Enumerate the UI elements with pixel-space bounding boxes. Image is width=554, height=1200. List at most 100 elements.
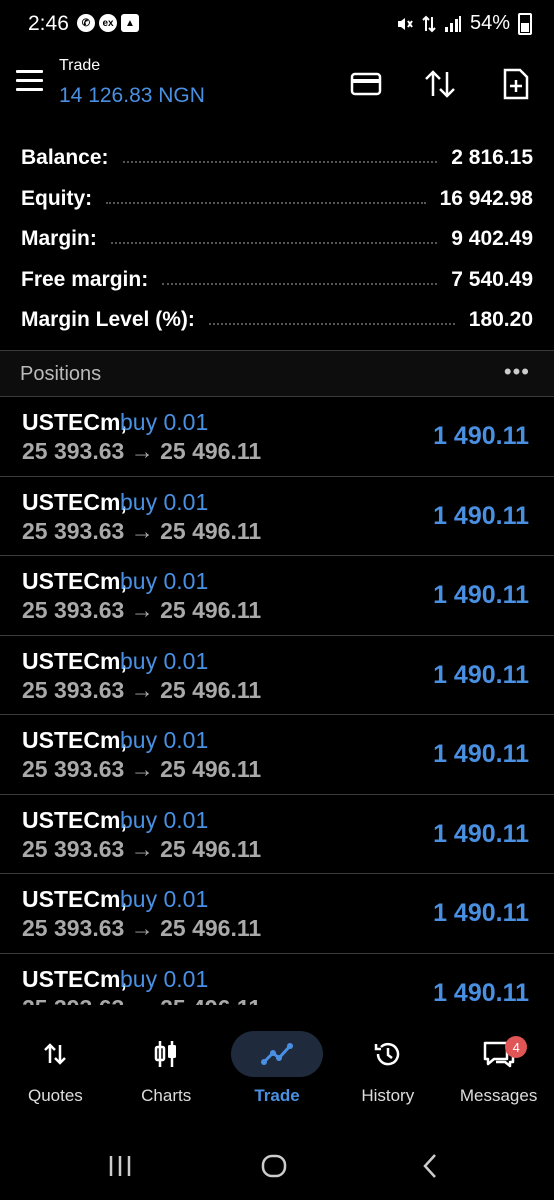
position-side: buy 0.01 bbox=[120, 886, 209, 912]
new-order-button[interactable] bbox=[498, 66, 534, 102]
account-summary: Balance: 2 816.15 Equity: 16 942.98 Marg… bbox=[0, 138, 554, 341]
exness-icon: ex bbox=[99, 14, 117, 32]
home-button[interactable] bbox=[254, 1148, 294, 1184]
recent-apps-button[interactable] bbox=[100, 1148, 140, 1184]
status-system-icons: 54% bbox=[396, 12, 532, 35]
summary-value: 7 540.49 bbox=[451, 267, 533, 291]
home-icon bbox=[261, 1154, 287, 1178]
position-profit: 1 490.11 bbox=[433, 581, 529, 609]
nav-quotes[interactable]: Quotes bbox=[0, 1026, 111, 1116]
more-options-button[interactable]: ••• bbox=[504, 359, 530, 385]
battery-percent: 54% bbox=[469, 12, 510, 34]
position-profit: 1 490.11 bbox=[433, 819, 529, 848]
system-navigation-bar bbox=[0, 1130, 554, 1200]
back-button[interactable] bbox=[410, 1148, 450, 1184]
position-symbol: USTECm, bbox=[22, 886, 127, 912]
status-bar: 2:46 ✆ ex ▲ 54% bbox=[0, 0, 554, 50]
position-symbol: USTECm, bbox=[22, 647, 127, 674]
summary-label: Free margin: bbox=[21, 267, 149, 291]
dotted-leader bbox=[110, 242, 438, 245]
battery-icon bbox=[518, 12, 532, 35]
position-row[interactable]: USTECm, buy 0.01 25 393.63 → 25 496.11 1… bbox=[0, 715, 554, 795]
position-symbol: USTECm, bbox=[22, 806, 127, 833]
nav-charts[interactable]: Charts bbox=[111, 1026, 222, 1116]
position-row[interactable]: USTECm, buy 0.01 25 393.63 → 25 496.11 1… bbox=[0, 954, 554, 1006]
position-row[interactable]: USTECm, buy 0.01 25 393.63 → 25 496.11 1… bbox=[0, 874, 554, 954]
summary-value: 180.20 bbox=[468, 308, 533, 332]
mute-icon bbox=[397, 17, 413, 30]
summary-row-margin: Margin: 9 402.49 bbox=[0, 219, 554, 260]
whatsapp-icon: ✆ bbox=[77, 14, 95, 32]
position-profit: 1 490.11 bbox=[433, 978, 529, 1006]
position-symbol: USTECm, bbox=[22, 568, 127, 594]
new-document-icon bbox=[503, 68, 529, 100]
dotted-leader bbox=[162, 282, 438, 285]
summary-row-balance: Balance: 2 816.15 bbox=[0, 138, 554, 179]
position-prices: 25 393.63 → 25 496.11 bbox=[22, 995, 261, 1006]
position-row[interactable]: USTECm, buy 0.01 25 393.63 → 25 496.11 1… bbox=[0, 795, 554, 874]
positions-header: Positions ••• bbox=[0, 351, 554, 396]
card-icon bbox=[350, 72, 382, 96]
position-row[interactable]: USTECm, buy 0.01 25 393.63 → 25 496.11 1… bbox=[0, 556, 554, 636]
recent-apps-icon bbox=[109, 1156, 131, 1176]
menu-icon[interactable] bbox=[16, 70, 43, 91]
position-profit: 1 490.11 bbox=[433, 660, 529, 689]
back-chevron-icon bbox=[423, 1154, 436, 1178]
position-symbol: USTECm, bbox=[22, 409, 127, 435]
position-side: buy 0.01 bbox=[120, 965, 209, 992]
quotes-arrows-icon bbox=[35, 1036, 75, 1072]
position-profit: 1 490.11 bbox=[433, 422, 529, 450]
gallery-icon: ▲ bbox=[121, 14, 139, 32]
position-row[interactable]: USTECm, buy 0.01 25 393.63 → 25 496.11 1… bbox=[0, 477, 554, 556]
summary-value: 9 402.49 bbox=[451, 227, 533, 251]
status-notification-icons: ✆ ex ▲ bbox=[77, 14, 139, 32]
nav-messages[interactable]: 4 Messages bbox=[443, 1026, 554, 1116]
nav-trade[interactable]: Trade bbox=[222, 1026, 333, 1116]
summary-label: Balance: bbox=[21, 146, 109, 170]
app-header: Trade 14 126.83 NGN bbox=[0, 50, 554, 120]
position-prices: 25 393.63 → 25 496.11 bbox=[22, 835, 262, 862]
page-title: Trade bbox=[59, 57, 101, 74]
dotted-leader bbox=[208, 323, 455, 326]
nav-history[interactable]: History bbox=[332, 1026, 443, 1116]
positions-list[interactable]: USTECm, buy 0.01 25 393.63 → 25 496.11 1… bbox=[0, 397, 554, 1005]
summary-row-free-margin: Free margin: 7 540.49 bbox=[0, 260, 554, 301]
summary-label: Margin Level (%): bbox=[21, 308, 195, 332]
sort-arrows-icon bbox=[425, 70, 455, 98]
position-symbol: USTECm, bbox=[22, 488, 127, 515]
position-profit: 1 490.11 bbox=[433, 740, 529, 768]
position-prices: 25 393.63 → 25 496.11 bbox=[22, 597, 262, 623]
summary-row-equity: Equity: 16 942.98 bbox=[0, 179, 554, 220]
account-balance-header[interactable]: 14 126.83 NGN bbox=[59, 84, 205, 108]
notification-badge: 4 bbox=[505, 1036, 528, 1058]
nav-label: History bbox=[361, 1086, 415, 1105]
deposit-card-button[interactable] bbox=[348, 66, 384, 102]
sort-button[interactable] bbox=[422, 66, 458, 102]
nav-label: Quotes bbox=[27, 1086, 83, 1105]
position-side: buy 0.01 bbox=[120, 647, 209, 674]
position-side: buy 0.01 bbox=[120, 806, 209, 833]
position-symbol: USTECm, bbox=[22, 727, 127, 753]
dotted-leader bbox=[106, 201, 426, 204]
position-side: buy 0.01 bbox=[120, 488, 209, 515]
candlestick-icon bbox=[146, 1036, 186, 1072]
position-side: buy 0.01 bbox=[120, 568, 209, 594]
position-prices: 25 393.63 → 25 496.11 bbox=[22, 676, 262, 703]
bottom-navigation: Quotes Charts Trade History 4 Messages bbox=[0, 1026, 554, 1116]
position-symbol: USTECm, bbox=[22, 965, 127, 992]
position-side: buy 0.01 bbox=[120, 409, 209, 435]
position-prices: 25 393.63 → 25 496.11 bbox=[22, 915, 262, 941]
positions-title: Positions bbox=[20, 363, 102, 385]
history-clock-icon bbox=[368, 1036, 408, 1072]
signal-icon bbox=[444, 15, 461, 32]
position-row[interactable]: USTECm, buy 0.01 25 393.63 → 25 496.11 1… bbox=[0, 397, 554, 477]
nav-label: Charts bbox=[141, 1086, 192, 1105]
summary-value: 2 816.15 bbox=[451, 146, 533, 170]
summary-value: 16 942.98 bbox=[439, 186, 533, 210]
position-profit: 1 490.11 bbox=[433, 501, 529, 530]
nav-label: Messages bbox=[459, 1086, 538, 1105]
summary-row-margin-level: Margin Level (%): 180.20 bbox=[0, 300, 554, 341]
dotted-leader bbox=[122, 161, 438, 164]
summary-label: Margin: bbox=[21, 227, 97, 251]
position-row[interactable]: USTECm, buy 0.01 25 393.63 → 25 496.11 1… bbox=[0, 636, 554, 715]
